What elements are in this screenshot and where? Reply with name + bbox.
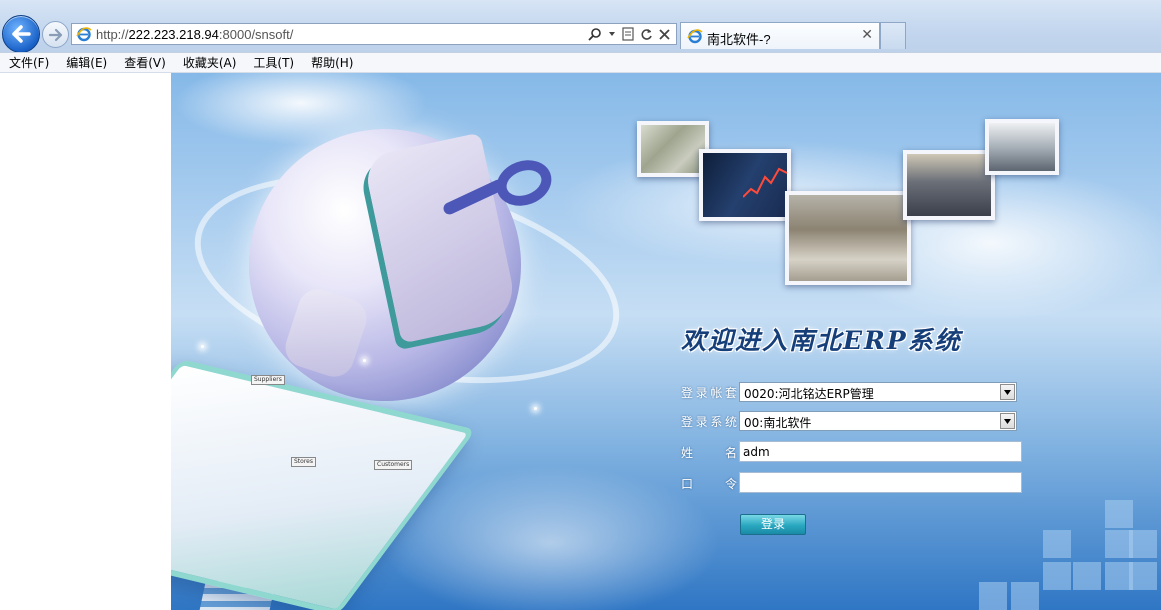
compatibility-view-icon[interactable] bbox=[622, 27, 634, 41]
login-button[interactable]: 登录 bbox=[740, 514, 806, 535]
account-select-value: 0020:河北铭达ERP管理 bbox=[744, 387, 874, 401]
browser-chrome: http://222.223.218.94:8000/snsoft/ 南北软件-… bbox=[0, 0, 1161, 53]
office-photo bbox=[985, 119, 1059, 175]
menu-tools[interactable]: 工具(T) bbox=[253, 54, 294, 71]
city-platform-illustration bbox=[171, 359, 476, 610]
name-input[interactable] bbox=[739, 441, 1022, 462]
system-select[interactable]: 00:南北软件 bbox=[739, 411, 1017, 431]
address-bar[interactable]: http://222.223.218.94:8000/snsoft/ bbox=[71, 23, 677, 45]
forward-arrow-icon bbox=[48, 28, 62, 41]
welcome-title: 欢迎进入南北ERP系统 bbox=[681, 326, 962, 355]
refresh-icon[interactable] bbox=[640, 28, 653, 41]
menu-file[interactable]: 文件(F) bbox=[9, 54, 49, 71]
stop-icon[interactable] bbox=[659, 28, 670, 40]
sparkle bbox=[534, 407, 537, 410]
new-tab-button[interactable] bbox=[880, 22, 906, 49]
dropdown-chevron-icon[interactable] bbox=[608, 30, 616, 38]
trading-floor-photo bbox=[903, 150, 995, 220]
stock-chart-graphic bbox=[743, 167, 787, 198]
system-label: 登录系统 bbox=[681, 415, 737, 429]
account-select[interactable]: 0020:河北铭达ERP管理 bbox=[739, 382, 1017, 402]
back-button[interactable] bbox=[2, 15, 40, 53]
ie-logo-icon bbox=[687, 29, 703, 44]
password-input[interactable] bbox=[739, 472, 1022, 493]
ie-logo-icon bbox=[76, 27, 92, 42]
page-left-margin bbox=[0, 73, 171, 610]
menu-bar: 文件(F) 编辑(E) 查看(V) 收藏夹(A) 工具(T) 帮助(H) bbox=[0, 52, 1161, 73]
illustration-label-stores: Stores bbox=[291, 457, 316, 467]
stock-chart-photo bbox=[699, 149, 791, 221]
account-select-arrow[interactable] bbox=[1000, 384, 1015, 400]
chevron-down-icon bbox=[1004, 418, 1011, 424]
account-label: 登录帐套 bbox=[681, 386, 737, 400]
password-label: 口 令 bbox=[681, 477, 737, 491]
sparkle bbox=[363, 359, 366, 362]
search-icon[interactable] bbox=[588, 27, 602, 41]
illustration-label-suppliers: Suppliers bbox=[251, 375, 285, 385]
chevron-down-icon bbox=[1004, 389, 1011, 395]
forward-button[interactable] bbox=[42, 21, 69, 48]
menu-favorites[interactable]: 收藏夹(A) bbox=[183, 54, 237, 71]
name-label: 姓 名 bbox=[681, 446, 737, 460]
tab-active[interactable]: 南北软件-? ✕ bbox=[680, 22, 880, 49]
meeting-photo bbox=[785, 191, 911, 285]
back-arrow-icon bbox=[12, 25, 31, 43]
address-url[interactable]: http://222.223.218.94:8000/snsoft/ bbox=[96, 27, 293, 42]
system-select-value: 00:南北软件 bbox=[744, 416, 812, 430]
login-banner: Suppliers Customers Stores 欢迎进入南北ERP系统 登… bbox=[171, 73, 1161, 610]
tab-title: 南北软件-? bbox=[707, 32, 771, 47]
sparkle bbox=[201, 345, 204, 348]
tab-close-icon[interactable]: ✕ bbox=[861, 27, 873, 43]
decorative-tiles bbox=[911, 500, 1161, 610]
system-select-arrow[interactable] bbox=[1000, 413, 1015, 429]
menu-edit[interactable]: 编辑(E) bbox=[66, 54, 107, 71]
menu-view[interactable]: 查看(V) bbox=[124, 54, 166, 71]
menu-help[interactable]: 帮助(H) bbox=[311, 54, 353, 71]
illustration-label-customers: Customers bbox=[374, 460, 413, 470]
